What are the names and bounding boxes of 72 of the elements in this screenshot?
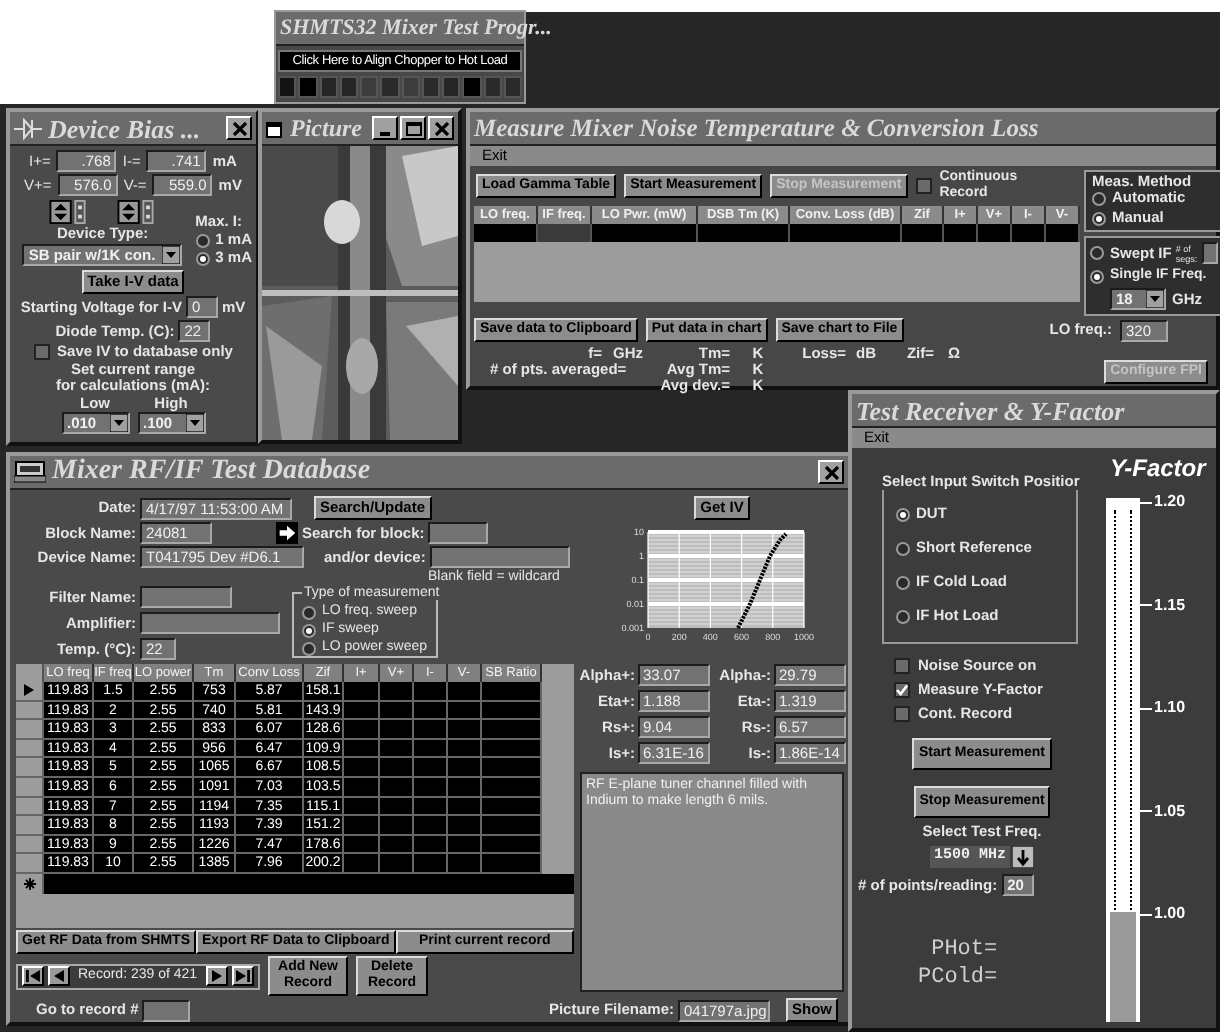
tick-label: 1.15: [1154, 597, 1186, 613]
last-icon: [236, 970, 250, 982]
table-row[interactable]: [44, 873, 574, 894]
checkbox[interactable]: [894, 682, 910, 698]
first-icon: [26, 970, 40, 982]
app-icon: [14, 460, 46, 484]
maximize-icon: [405, 121, 421, 135]
diode-icon: [14, 117, 42, 139]
maximize-button[interactable]: [400, 116, 426, 140]
radio-button[interactable]: [1090, 246, 1104, 260]
tick-label: 1.00: [1154, 906, 1186, 922]
radio-button[interactable]: [896, 575, 910, 589]
radio-button[interactable]: [302, 605, 316, 619]
radio-button[interactable]: [1092, 211, 1106, 225]
window-icon: [266, 119, 284, 137]
tick-label: 1.20: [1154, 494, 1186, 510]
previous-record-button[interactable]: [48, 966, 70, 986]
table-row[interactable]: [474, 224, 1080, 242]
radio-button[interactable]: [896, 609, 910, 623]
close-icon: [433, 121, 449, 135]
close-button[interactable]: [818, 460, 844, 484]
previous-icon: [54, 970, 64, 982]
next-record-button[interactable]: [206, 966, 228, 986]
row-selector[interactable]: [16, 682, 44, 702]
radio-button[interactable]: [896, 507, 910, 521]
checkbox[interactable]: [894, 658, 910, 674]
row-pointer-icon: [24, 684, 34, 697]
radio-button[interactable]: [195, 233, 210, 247]
close-button[interactable]: [428, 116, 454, 140]
window-title: Measure Mixer Noise Temperature & Conversion Loss: [474, 115, 1039, 141]
check-icon: [896, 684, 908, 696]
minimize-button[interactable]: [372, 116, 398, 140]
checkbox[interactable]: [915, 178, 932, 194]
radio-button[interactable]: [195, 251, 210, 265]
checkbox[interactable]: [894, 706, 910, 722]
text-field[interactable]: [142, 999, 191, 1021]
caret-icon: [185, 414, 203, 432]
window-title: Device Bias ...: [48, 115, 201, 141]
close-icon: [231, 121, 247, 135]
down-arrow-icon[interactable]: [1012, 846, 1034, 868]
readout-label: PCold=: [918, 966, 998, 992]
text-field[interactable]: [1201, 242, 1218, 264]
spinner-icon[interactable]: [116, 200, 157, 224]
window-title: Picture: [290, 116, 362, 140]
first-record-button[interactable]: [22, 966, 44, 986]
text-field[interactable]: [429, 546, 570, 568]
gauge-title: Y-Factor: [1110, 456, 1206, 480]
close-button[interactable]: [226, 116, 252, 140]
caret-icon: [1146, 290, 1164, 308]
text-field[interactable]: [140, 586, 232, 608]
text-field[interactable]: [428, 522, 489, 544]
tick-label: 1.05: [1154, 803, 1186, 819]
caret-icon: [162, 246, 181, 264]
spinner-icon[interactable]: [48, 200, 89, 224]
close-icon: [823, 465, 839, 479]
focused-cell[interactable]: [538, 224, 592, 242]
next-icon: [212, 970, 222, 982]
text-field[interactable]: [140, 612, 280, 634]
readout-label: PHot=: [931, 938, 998, 964]
radio-button[interactable]: [1090, 269, 1104, 283]
window-title: Test Receiver & Y-Factor: [856, 397, 1125, 423]
last-record-button[interactable]: [232, 966, 254, 986]
new-row-icon: [23, 877, 35, 890]
window-title: Mixer RF/IF Test Database: [52, 458, 371, 486]
radio-button[interactable]: [896, 541, 910, 555]
radio-button[interactable]: [302, 623, 316, 637]
radio-button[interactable]: [1092, 191, 1106, 205]
arrow-icon[interactable]: [276, 522, 298, 544]
caret-icon: [109, 414, 127, 432]
radio-button[interactable]: [302, 641, 316, 655]
tick-label: 1.10: [1154, 700, 1186, 716]
checkbox[interactable]: [33, 344, 50, 360]
